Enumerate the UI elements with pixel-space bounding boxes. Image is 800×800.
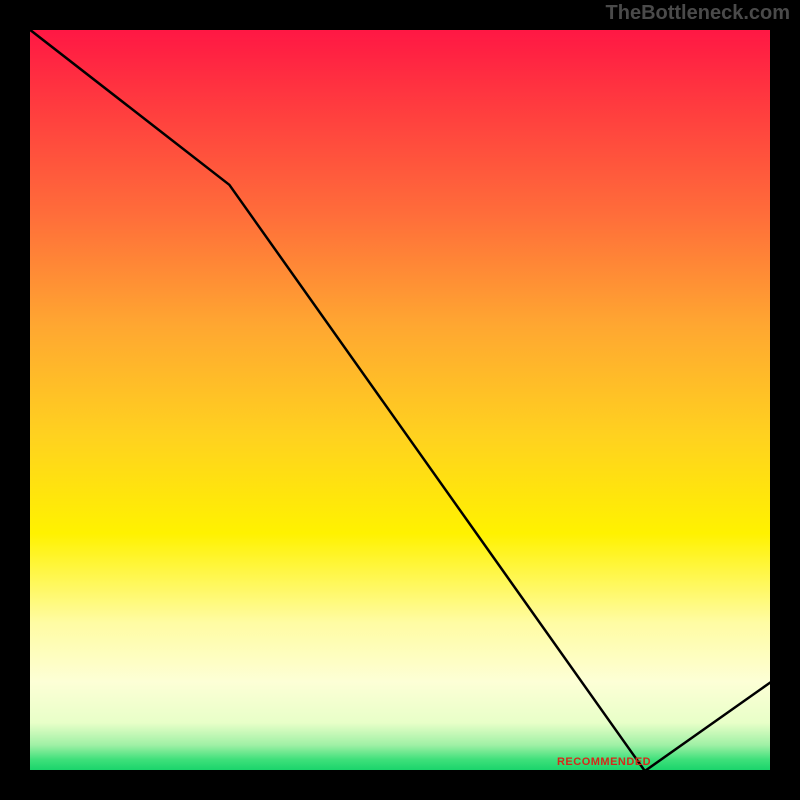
chart-background	[29, 29, 771, 771]
chart-container: RECOMMENDED	[29, 29, 771, 771]
watermark-text: TheBottleneck.com	[606, 2, 790, 25]
recommended-label: RECOMMENDED	[557, 756, 651, 768]
chart-svg: RECOMMENDED	[29, 29, 771, 771]
